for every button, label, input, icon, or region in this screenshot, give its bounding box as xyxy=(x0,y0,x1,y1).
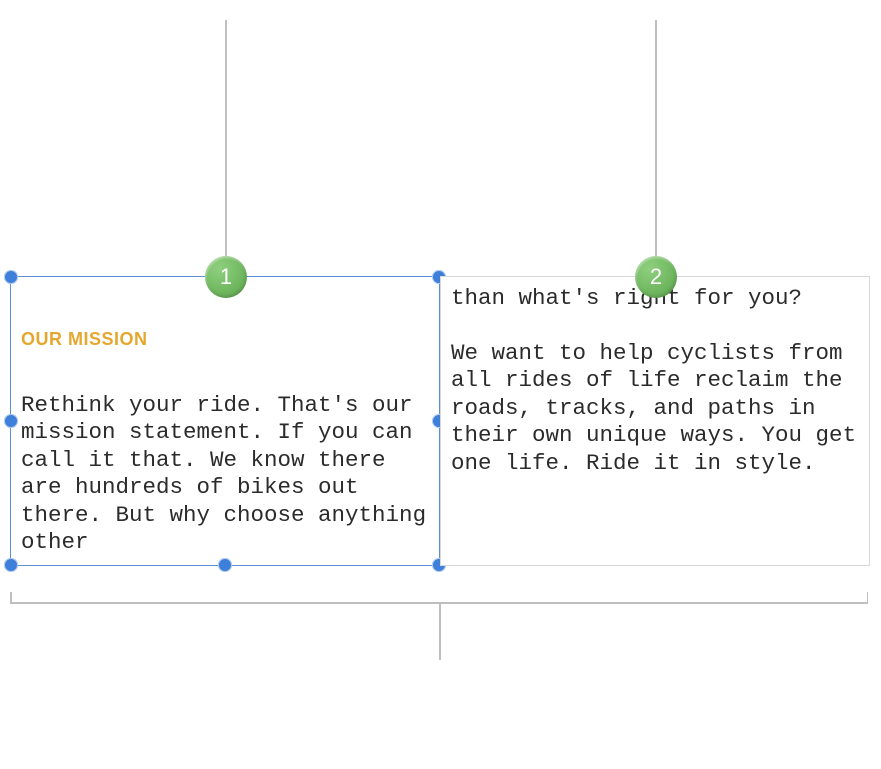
linked-textboxes: OUR MISSION Rethink your ride. That's ou… xyxy=(10,276,870,566)
textbox-1-selected[interactable]: OUR MISSION Rethink your ride. That's ou… xyxy=(10,276,440,566)
leader-line-1 xyxy=(225,20,227,256)
textbox-1-heading: OUR MISSION xyxy=(21,329,429,350)
diagram-canvas: OUR MISSION Rethink your ride. That's ou… xyxy=(0,0,881,769)
selection-handle[interactable] xyxy=(4,414,18,428)
textbox-1-content: OUR MISSION Rethink your ride. That's ou… xyxy=(21,285,429,557)
textbox-1-body: Rethink your ride. That's our mission st… xyxy=(21,392,429,557)
selection-handle[interactable] xyxy=(218,558,232,572)
callout-badge-1: 1 xyxy=(205,256,247,298)
selection-handle[interactable] xyxy=(4,270,18,284)
span-bracket xyxy=(10,592,868,616)
callout-badge-2: 2 xyxy=(635,256,677,298)
textbox-2-linked[interactable]: than what's right for you? We want to he… xyxy=(440,276,870,566)
textbox-2-content: than what's right for you? We want to he… xyxy=(451,285,859,557)
textbox-2-body: than what's right for you? We want to he… xyxy=(451,285,859,477)
selection-handle[interactable] xyxy=(4,558,18,572)
leader-line-2 xyxy=(655,20,657,256)
